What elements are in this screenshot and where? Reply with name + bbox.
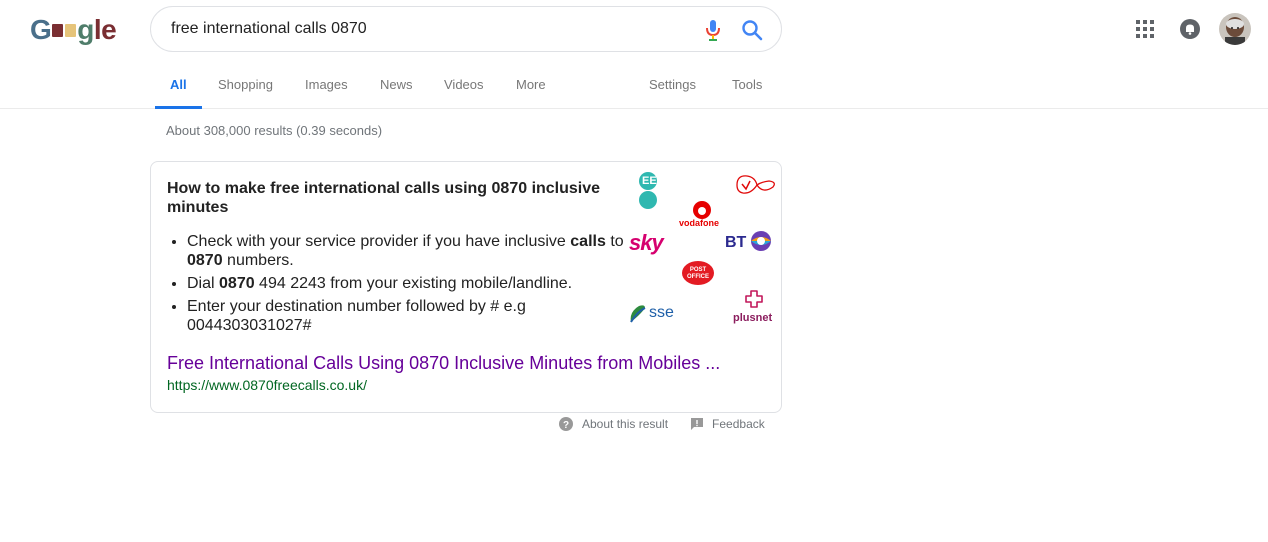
tab-more[interactable]: More <box>516 77 546 109</box>
vodafone-wordmark: vodafone <box>679 218 720 228</box>
step-text: Check with your service provider if you … <box>187 233 571 250</box>
plusnet-wordmark: plusnet <box>733 312 773 324</box>
result-url: https://www.0870freecalls.co.uk/ <box>167 377 367 393</box>
apps-grid-icon[interactable] <box>1136 20 1154 38</box>
sse-logo: sse <box>649 304 674 321</box>
snippet-heading: How to make free international calls usi… <box>167 180 601 216</box>
svg-text:?: ? <box>563 420 569 431</box>
logo-letter-e: e <box>101 14 117 45</box>
logo-letter-l: l <box>93 14 102 45</box>
step-bold: calls <box>570 233 606 250</box>
tab-all[interactable]: All <box>155 77 201 109</box>
search-input[interactable] <box>171 20 671 38</box>
tab-tools[interactable]: Tools <box>732 77 762 109</box>
snippet-steps-list: Check with your service provider if you … <box>187 232 627 339</box>
tab-images[interactable]: Images <box>305 77 348 109</box>
list-item: Enter your destination number followed b… <box>187 297 627 335</box>
step-text: 494 2243 from your existing mobile/landl… <box>254 275 573 292</box>
sky-logo: sky <box>629 230 664 255</box>
about-this-result-label: About this result <box>582 417 669 431</box>
snippet-footer: ? About this result Feedback <box>558 416 787 432</box>
search-icon[interactable] <box>741 19 763 41</box>
feedback-icon <box>691 418 704 430</box>
list-item: Dial 0870 494 2243 from your existing mo… <box>187 274 627 293</box>
virgin-logo <box>736 175 775 194</box>
bt-globe-icon <box>751 231 771 251</box>
search-box[interactable] <box>150 6 782 52</box>
results-stats: About 308,000 results (0.39 seconds) <box>166 123 383 138</box>
step-bold: 0870 <box>219 275 255 292</box>
feedback-link[interactable]: Feedback <box>690 417 765 431</box>
about-this-result-link[interactable]: ? About this result <box>558 416 668 432</box>
result-title-link[interactable]: Free International Calls Using 0870 Incl… <box>167 353 720 374</box>
logo-doodle-square-1 <box>52 23 64 37</box>
google-logo[interactable]: G g l e <box>30 14 117 46</box>
tab-shopping[interactable]: Shopping <box>218 77 273 109</box>
snippet-image[interactable]: EE vodafone sky BT POST OFFICE sse plusn… <box>629 168 781 333</box>
step-text: Dial <box>187 275 220 292</box>
notifications-bell-icon[interactable] <box>1179 18 1201 40</box>
step-bold: 0870 <box>187 252 223 269</box>
sse-leaf-icon <box>630 305 646 323</box>
help-circle-icon: ? <box>559 417 573 431</box>
step-text: to <box>605 233 624 250</box>
ee-logo-text: EE <box>642 175 657 187</box>
tab-settings[interactable]: Settings <box>649 77 696 109</box>
feedback-label: Feedback <box>712 417 765 431</box>
bt-logo: BT <box>725 234 747 251</box>
search-tabs: All Shopping Images News Videos More Set… <box>0 66 1268 109</box>
tab-videos[interactable]: Videos <box>444 77 484 109</box>
plusnet-icon <box>745 290 763 308</box>
tab-news[interactable]: News <box>380 77 413 109</box>
step-text: Enter your destination number followed b… <box>187 298 526 334</box>
step-text: numbers. <box>222 252 294 269</box>
user-avatar[interactable] <box>1219 13 1251 45</box>
logo-doodle-square-2 <box>65 23 77 37</box>
microphone-icon[interactable] <box>703 19 723 41</box>
logo-letter-g: G <box>30 14 52 45</box>
logo-letter-g2: g <box>77 14 94 45</box>
vodafone-icon <box>693 201 711 219</box>
post-office-text-1: POST <box>689 267 707 273</box>
post-office-text-2: OFFICE <box>687 274 709 280</box>
list-item: Check with your service provider if you … <box>187 232 627 270</box>
featured-snippet: How to make free international calls usi… <box>150 161 782 413</box>
